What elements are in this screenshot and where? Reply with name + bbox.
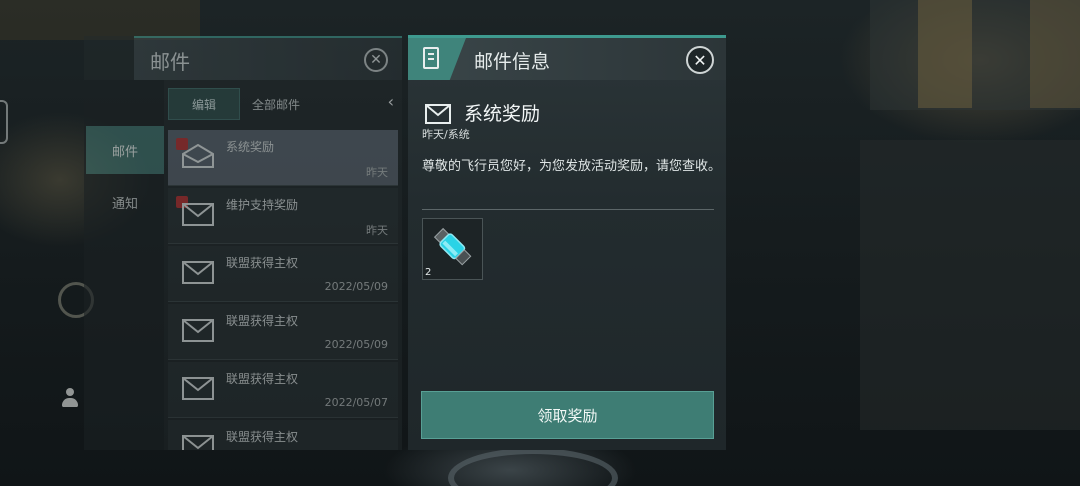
envelope-open-icon (182, 144, 214, 168)
edit-button[interactable]: 编辑 (168, 88, 240, 120)
mail-date: 2022/05/09 (324, 280, 388, 293)
chevron-left-icon[interactable]: ‹ (388, 92, 394, 111)
mail-subject-heading: 系统奖励 (464, 103, 541, 125)
tab-notice[interactable]: 通知 (86, 178, 164, 226)
divider (422, 209, 714, 210)
background-block (0, 0, 200, 40)
mail-subject: 系统奖励 (226, 140, 275, 154)
list-item[interactable]: 维护支持奖励 昨天 (168, 188, 398, 244)
list-item[interactable]: 系统奖励 昨天 (168, 130, 398, 186)
mail-subject: 维护支持奖励 (226, 198, 299, 212)
background-block (1030, 0, 1080, 108)
list-item[interactable]: 联盟获得主权 2022/05/07 (168, 362, 398, 418)
detail-header: 邮件信息 ✕ (408, 38, 726, 80)
mail-date: 昨天 (366, 224, 388, 237)
header-accent (408, 38, 466, 80)
mail-list-panel: 邮件 ✕ 邮件 通知 编辑 全部邮件 ‹ 系统奖励 昨天 维护支持奖励 昨天 联… (84, 36, 402, 450)
reward-item[interactable]: 2 (422, 218, 483, 280)
mail-meta: 昨天/系统 (422, 128, 470, 141)
document-icon (423, 47, 439, 69)
filter-label[interactable]: 全部邮件 (252, 96, 300, 113)
envelope-icon (425, 104, 451, 124)
mail-subject: 联盟获得主权 (226, 430, 299, 444)
mail-list: 系统奖励 昨天 维护支持奖励 昨天 联盟获得主权 2022/05/09 联盟获得… (168, 130, 398, 450)
close-icon[interactable]: ✕ (686, 46, 714, 74)
mail-detail-panel: 邮件信息 ✕ 系统奖励 昨天/系统 尊敬的飞行员您好，为您发放活动奖励，请您查收… (408, 35, 726, 450)
envelope-icon (182, 377, 214, 400)
envelope-icon (182, 435, 214, 450)
user-icon[interactable] (62, 388, 78, 408)
mail-panel-title: 邮件 (150, 50, 190, 74)
mail-subject: 联盟获得主权 (226, 372, 299, 386)
envelope-icon (182, 261, 214, 284)
mail-body: 尊敬的飞行员您好，为您发放活动奖励，请您查收。 (422, 159, 722, 174)
envelope-icon (182, 203, 214, 226)
mail-subject: 联盟获得主权 (226, 314, 299, 328)
mail-panel-header: 邮件 ✕ (134, 36, 402, 80)
background-block (918, 0, 972, 108)
list-item[interactable]: 联盟获得主权 (168, 420, 398, 450)
detail-title: 邮件信息 (474, 51, 551, 73)
mail-subject: 联盟获得主权 (226, 256, 299, 270)
envelope-icon (182, 319, 214, 342)
mail-category-tabs: 邮件 通知 (84, 80, 164, 450)
energy-cell-icon (433, 227, 472, 266)
list-item[interactable]: 联盟获得主权 2022/05/09 (168, 304, 398, 360)
mail-date: 2022/05/07 (324, 396, 388, 409)
left-edge-icon[interactable] (0, 100, 8, 144)
mail-toolbar: 编辑 全部邮件 ‹ (168, 88, 398, 120)
list-item[interactable]: 联盟获得主权 2022/05/09 (168, 246, 398, 302)
background-block (860, 140, 1080, 430)
claim-reward-button[interactable]: 领取奖励 (421, 391, 714, 439)
reward-quantity: 2 (425, 267, 432, 278)
mail-date: 昨天 (366, 166, 388, 179)
tab-mail[interactable]: 邮件 (86, 126, 164, 174)
mail-date: 2022/05/09 (324, 338, 388, 351)
close-icon[interactable]: ✕ (364, 48, 388, 72)
